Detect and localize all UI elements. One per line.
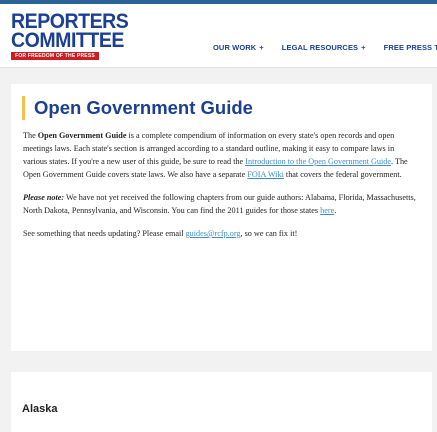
site-header: REPORTERS COMMITTEE FOR FREEDOM OF THE P… xyxy=(0,0,437,68)
intro-card: Open Government Guide The Open Governmen… xyxy=(11,84,432,351)
text: , so we can fix it! xyxy=(240,229,298,238)
text: . xyxy=(334,206,337,215)
nav-legal-resources[interactable]: LEGAL RESOURCES + xyxy=(282,43,366,52)
plus-icon: + xyxy=(361,43,366,52)
text: that covers the federal government. xyxy=(283,170,402,179)
contact-paragraph: See something that needs updating? Pleas… xyxy=(23,227,419,240)
nav-legal-resources-label: LEGAL RESOURCES xyxy=(281,43,359,52)
page-title: Open Government Guide xyxy=(22,96,253,120)
text: We have not yet received the following c… xyxy=(23,193,416,215)
foia-wiki-link[interactable]: FOIA Wiki xyxy=(247,170,284,179)
state-card-alaska: Alaska xyxy=(11,372,432,432)
nav-our-work[interactable]: OUR WORK + xyxy=(213,43,264,52)
here-link[interactable]: here xyxy=(320,206,334,215)
state-title[interactable]: Alaska xyxy=(22,403,57,415)
note-label: Please note: xyxy=(23,193,65,202)
nav-free-press[interactable]: FREE PRESS TO xyxy=(384,43,437,52)
email-link[interactable]: guides@rcfp.org xyxy=(186,229,241,238)
intro-paragraph: The Open Government Guide is a complete … xyxy=(23,129,419,181)
note-paragraph: Please note: We have not yet received th… xyxy=(23,191,419,217)
logo-line-2: COMMITTEE xyxy=(11,29,124,52)
guide-name: Open Government Guide xyxy=(37,131,127,140)
rcfp-logo[interactable]: REPORTERS COMMITTEE FOR FREEDOM OF THE P… xyxy=(11,11,129,60)
nav-our-work-label: OUR WORK xyxy=(213,43,257,52)
text: The xyxy=(23,131,38,140)
text: See something that needs updating? Pleas… xyxy=(23,229,186,238)
introduction-link[interactable]: Introduction to the Open Government Guid… xyxy=(245,157,391,166)
plus-icon: + xyxy=(259,43,264,52)
nav-free-press-label: FREE PRESS TO xyxy=(383,43,437,52)
intro-body: The Open Government Guide is a complete … xyxy=(23,129,419,250)
main-nav: OUR WORK+ LEGAL RESOURCES+ FREE PRESS TO xyxy=(213,37,437,55)
logo-tagline: FOR FREEDOM OF THE PRESS xyxy=(11,52,99,60)
